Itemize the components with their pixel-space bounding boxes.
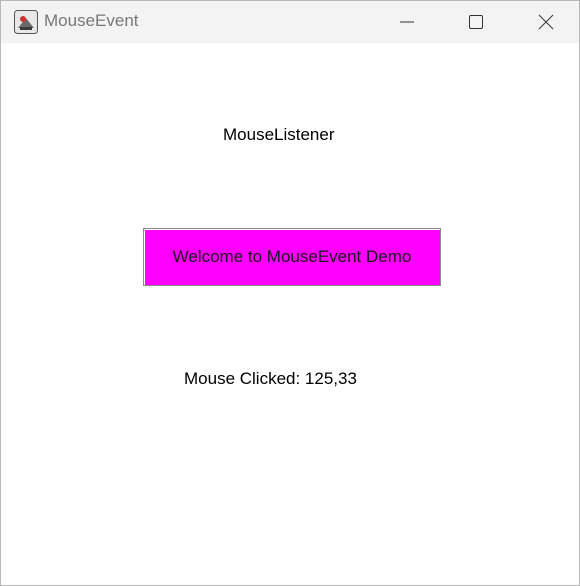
close-button[interactable] xyxy=(523,1,569,43)
mouse-listener-label: MouseListener xyxy=(223,125,335,144)
app-window: MouseEvent MouseListener Welcome to Mous… xyxy=(0,0,580,586)
window-title: MouseEvent xyxy=(44,11,139,30)
mouse-status-label: Mouse Clicked: 125,33 xyxy=(184,369,357,388)
title-bar[interactable]: MouseEvent xyxy=(1,1,579,43)
close-icon xyxy=(538,14,554,30)
maximize-icon xyxy=(469,15,483,29)
welcome-demo-button[interactable]: Welcome to MouseEvent Demo xyxy=(143,228,441,286)
minimize-button[interactable] xyxy=(384,1,430,43)
minimize-icon xyxy=(400,21,414,23)
java-app-icon[interactable] xyxy=(14,10,38,34)
maximize-button[interactable] xyxy=(453,1,499,43)
content-panel[interactable]: MouseListener Welcome to MouseEvent Demo… xyxy=(1,43,579,585)
